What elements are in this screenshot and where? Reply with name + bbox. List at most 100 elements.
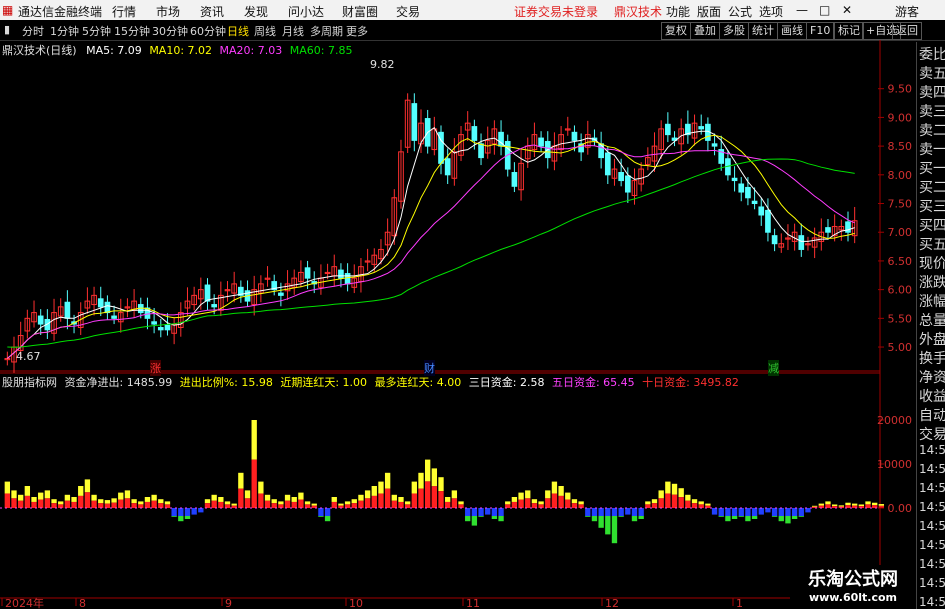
menu-jiaoyi[interactable]: 交易 <box>396 3 420 20</box>
menu-xuanxiang[interactable]: 选项 <box>759 3 783 20</box>
side-label-6[interactable]: 买一 <box>919 158 945 178</box>
side-label-7[interactable]: 买二 <box>919 177 945 197</box>
menu-gongshi[interactable]: 公式 <box>728 3 752 20</box>
menu-caifuquan[interactable]: 财富圈 <box>342 3 378 20</box>
inflow-bar-top <box>685 494 691 501</box>
side-label-12[interactable]: 涨跌 <box>919 272 945 292</box>
period-weekly[interactable]: 周线 <box>254 23 276 39</box>
side-label-17[interactable]: 净资 <box>919 367 945 387</box>
side-label-11[interactable]: 现价 <box>919 253 945 273</box>
outflow-bar-bottom <box>785 516 791 524</box>
side-label-28[interactable]: 14:56 <box>919 576 945 590</box>
side-label-3[interactable]: 卖三 <box>919 101 945 121</box>
login-notice[interactable]: 证券交易未登录 <box>514 3 598 20</box>
inflow-bar-top <box>351 499 357 504</box>
menu-gongneng[interactable]: 功能 <box>666 3 690 20</box>
side-label-23[interactable]: 14:56 <box>919 481 945 495</box>
outflow-bar-bottom <box>738 516 744 517</box>
event-marker-jian[interactable]: 减 <box>768 360 779 376</box>
guest-label[interactable]: 游客 <box>895 3 919 20</box>
outflow-bar-base <box>465 508 471 516</box>
side-label-16[interactable]: 换手 <box>919 348 945 368</box>
menu-zixun[interactable]: 资讯 <box>200 3 224 20</box>
inflow-bar-base <box>411 493 417 508</box>
candle-body <box>204 284 211 302</box>
side-label-4[interactable]: 卖二 <box>919 120 945 140</box>
fanhui-button[interactable]: 返回 <box>892 22 922 40</box>
inflow-bar-base <box>124 498 131 508</box>
sub-indicator-name[interactable]: 股朋指标网 <box>2 376 57 389</box>
outflow-bar-base <box>324 508 331 516</box>
date-tick-label: 2024年 <box>5 596 44 609</box>
outflow-bar-base <box>478 508 484 516</box>
diejia-button[interactable]: 叠加 <box>690 22 720 40</box>
side-label-24[interactable]: 14:56 <box>919 500 945 514</box>
side-label-25[interactable]: 14:56 <box>919 519 945 533</box>
side-label-0[interactable]: 委比 <box>919 44 945 64</box>
outflow-bar-base <box>725 508 731 516</box>
side-label-8[interactable]: 买三 <box>919 196 945 216</box>
maximize-icon[interactable]: □ <box>819 3 830 17</box>
period-30min[interactable]: 30分钟 <box>152 23 188 39</box>
inflow-bar-base <box>371 495 377 508</box>
side-label-21[interactable]: 14:56 <box>919 443 945 457</box>
f10-button[interactable]: F10 <box>806 22 835 40</box>
side-label-15[interactable]: 外盘 <box>919 329 945 349</box>
outflow-bar-bottom <box>638 516 644 519</box>
side-label-14[interactable]: 总量 <box>919 310 945 330</box>
side-label-27[interactable]: 14:56 <box>919 557 945 571</box>
inflow-bar-top <box>551 481 558 494</box>
period-more[interactable]: 更多 <box>346 23 368 39</box>
period-daily[interactable]: 日线 <box>227 23 249 39</box>
high-price-label: 9.82 <box>370 58 395 71</box>
menu-banmian[interactable]: 版面 <box>697 3 721 20</box>
candle-body <box>538 137 544 147</box>
huaxian-button[interactable]: 画线 <box>777 22 807 40</box>
side-label-26[interactable]: 14:56 <box>919 538 945 552</box>
side-label-9[interactable]: 买四 <box>919 215 945 235</box>
kline-chart[interactable]: 9.50 9.00 8.50 8.00 7.50 7.00 6.50 6.00 5.50 5.00… <box>0 40 916 609</box>
duogu-button[interactable]: 多股 <box>719 22 749 40</box>
inflow-bar-base <box>71 501 77 508</box>
fuquan-button[interactable]: 复权 <box>661 22 691 40</box>
biaoji-button[interactable]: 标记 <box>834 22 864 40</box>
menu-wenxiaoda[interactable]: 问小达 <box>288 3 324 20</box>
inflow-bar-top <box>858 504 865 507</box>
tongji-button[interactable]: 统计 <box>748 22 778 40</box>
watermark: 乐淘公式网 www.60lt.com <box>790 565 916 609</box>
inflow-bar-top <box>78 486 84 496</box>
side-label-13[interactable]: 涨幅 <box>919 291 945 311</box>
side-label-1[interactable]: 卖五 <box>919 63 945 83</box>
outflow-bar-bottom <box>798 516 804 517</box>
side-label-29[interactable]: 14:56 <box>919 595 945 609</box>
period-15min[interactable]: 15分钟 <box>114 23 150 39</box>
menu-hangqing[interactable]: 行情 <box>112 3 136 20</box>
side-label-20[interactable]: 交易 <box>919 424 945 444</box>
app-title: 通达信金融终端 <box>18 5 103 19</box>
period-fenshi[interactable]: 分时 <box>22 23 44 39</box>
stock-name[interactable]: 鼎汉技术(日线) <box>2 44 77 57</box>
side-label-2[interactable]: 卖四 <box>919 82 945 102</box>
outflow-bar-bottom <box>324 516 331 522</box>
period-60min[interactable]: 60分钟 <box>190 23 226 39</box>
period-1min[interactable]: 1分钟 <box>50 23 79 39</box>
side-label-10[interactable]: 买五 <box>919 234 945 254</box>
period-5min[interactable]: 5分钟 <box>82 23 111 39</box>
side-label-5[interactable]: 卖一 <box>919 139 945 159</box>
period-monthly[interactable]: 月线 <box>282 23 304 39</box>
menu-faxian[interactable]: 发现 <box>244 3 268 20</box>
side-label-22[interactable]: 14:56 <box>919 462 945 476</box>
menu-shichang[interactable]: 市场 <box>156 3 180 20</box>
menu-icon[interactable]: ▮ <box>4 23 10 36</box>
inflow-bar-top <box>678 488 684 498</box>
price-tick-label: 6.00 <box>888 284 913 297</box>
watermark-url: www.60lt.com <box>808 591 898 604</box>
inflow-bar-base <box>665 493 671 508</box>
period-multi[interactable]: 多周期 <box>310 23 343 39</box>
side-label-19[interactable]: 自动 <box>919 405 945 425</box>
side-label-18[interactable]: 收益 <box>919 386 945 406</box>
close-icon[interactable]: ✕ <box>842 3 852 17</box>
candle-body <box>618 172 624 182</box>
inflow-bar-top <box>578 501 584 505</box>
minimize-icon[interactable]: — <box>796 3 808 17</box>
